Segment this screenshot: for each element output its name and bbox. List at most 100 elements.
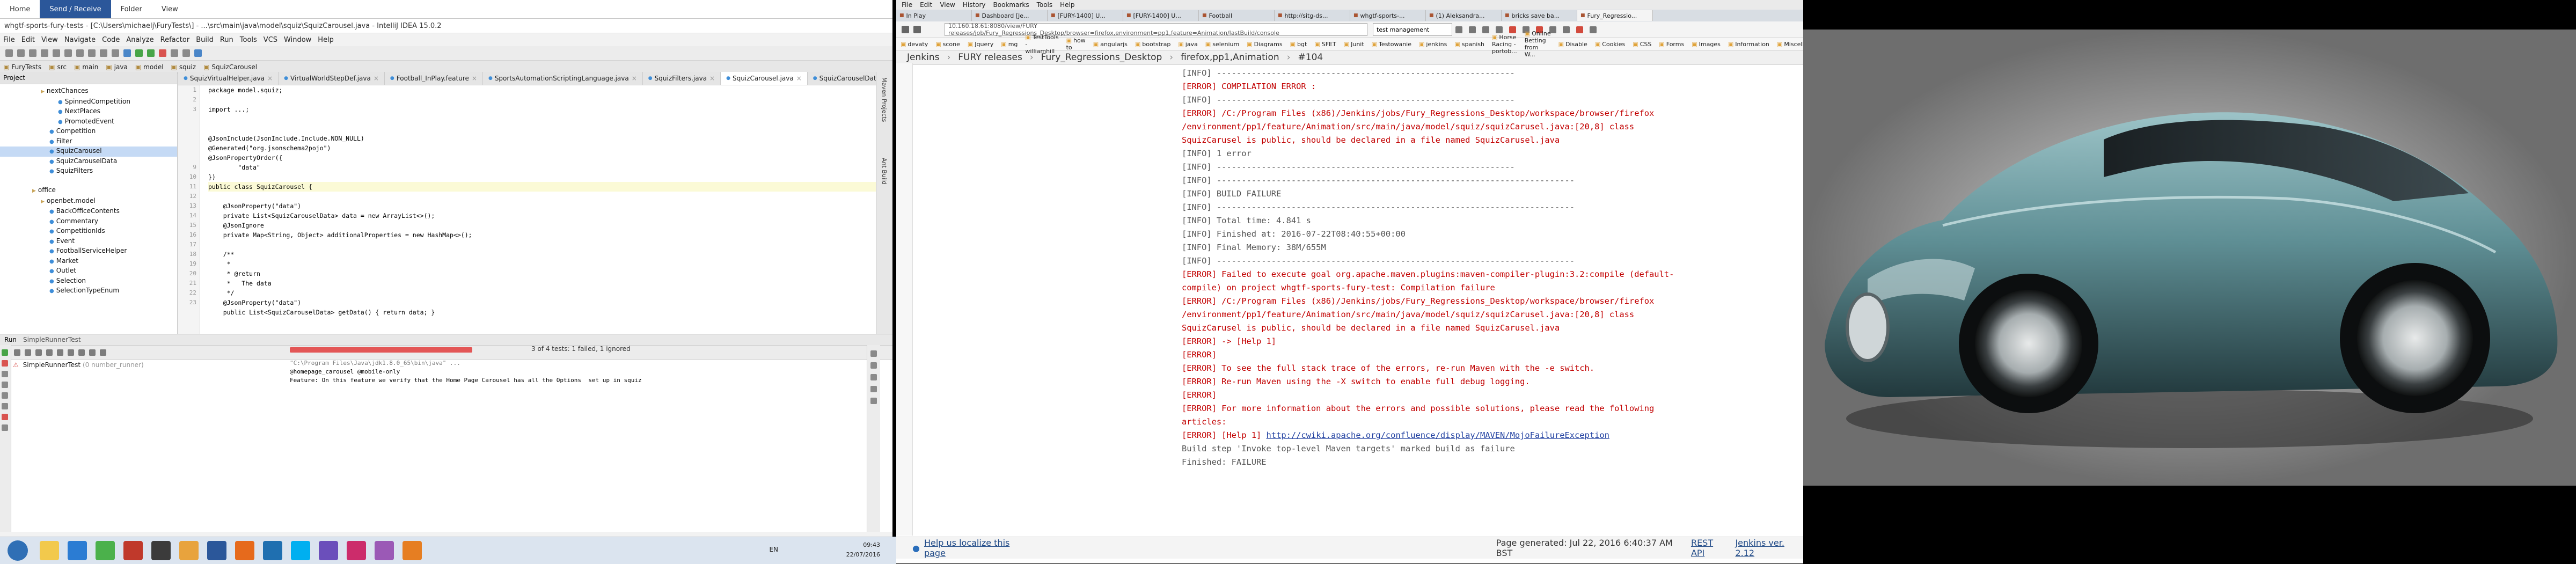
bookmark-item[interactable]: java (1178, 41, 1198, 48)
camera-icon[interactable] (1563, 26, 1570, 33)
breadcrumb-item-6[interactable]: SquizCarousel (203, 63, 257, 71)
code-area[interactable]: package model.squiz; import ...; @JsonIncl… (208, 85, 876, 335)
url-bar[interactable]: 10.160.18.61:8080/view/FURY releases/job… (945, 23, 1367, 36)
menu-item-8[interactable]: Run (220, 36, 233, 44)
jenkins-breadcrumb-item[interactable]: Jenkins (907, 52, 939, 63)
bookmark-item[interactable]: Junit (1344, 41, 1364, 48)
close-icon[interactable]: × (709, 75, 715, 82)
maven-projects-tab[interactable]: Maven Projects (881, 77, 888, 122)
test-name[interactable]: SimpleRunnerTest (23, 361, 81, 369)
firefox-icon[interactable] (235, 541, 254, 560)
tree-item[interactable]: PromotedEvent (0, 117, 177, 127)
browser-tab[interactable]: [FURY-1400] U... (1123, 10, 1199, 21)
back-icon[interactable] (902, 26, 909, 33)
tree-item[interactable]: Competition (0, 127, 177, 137)
tree-item[interactable]: SquizCarousel (0, 147, 177, 157)
adblock-icon[interactable] (1576, 26, 1583, 33)
menu-item-0[interactable]: File (3, 36, 15, 44)
editor-tab[interactable]: SquizCarousel.java× (721, 72, 808, 85)
terminal-icon[interactable] (151, 541, 171, 560)
editor-tab[interactable]: VirtualWorldStepDef.java× (279, 72, 385, 85)
browser-tab[interactable]: In Play (896, 10, 972, 21)
editor-tab[interactable]: Football_InPlay.feature× (385, 72, 483, 85)
tree-item[interactable]: openbet.model (0, 196, 177, 207)
bookmark-item[interactable]: selenium (1205, 41, 1239, 48)
jenkins-breadcrumb-item[interactable]: #104 (1298, 52, 1323, 63)
run-icon[interactable] (135, 49, 143, 57)
breadcrumb-item-5[interactable]: squiz (171, 63, 196, 71)
clock[interactable]: 09:43 22/07/2016 (846, 540, 880, 560)
download-icon[interactable] (1482, 26, 1489, 33)
menu-item-3[interactable]: Navigate (64, 36, 96, 44)
tree-item[interactable]: nextChances (0, 86, 177, 97)
bookmark-item[interactable]: Forms (1659, 41, 1684, 48)
layout-icon[interactable] (2, 392, 8, 399)
bookmark-item[interactable]: spanish (1454, 41, 1484, 48)
jenkins-version-link[interactable]: Jenkins ver. 2.12 (1735, 538, 1803, 558)
play-icon[interactable] (2, 349, 8, 356)
bookmarks-icon[interactable] (1469, 26, 1476, 33)
pin-icon[interactable] (2, 403, 8, 409)
bookmark-item[interactable]: Online Betting from W... (1525, 30, 1551, 58)
ff-menu-item-3[interactable]: History (963, 1, 986, 9)
tree-item[interactable]: Event (0, 237, 177, 247)
bookmark-item[interactable]: TestTools - williamhill (1025, 34, 1058, 55)
save-icon[interactable] (17, 49, 25, 57)
bookmark-item[interactable]: SFET (1314, 41, 1336, 48)
browser-tab[interactable]: [FURY-1400] U... (1048, 10, 1123, 21)
app-green-icon[interactable] (96, 541, 115, 560)
help-run-icon[interactable] (2, 424, 8, 431)
maven-help-link[interactable]: http://cwiki.apache.org/confluence/displ… (1267, 430, 1609, 440)
localize-link[interactable]: Help us localize this page (924, 538, 1029, 558)
explorer-icon[interactable] (40, 541, 59, 560)
browser-tab[interactable]: bricks save ba... (1502, 10, 1577, 21)
skype-icon[interactable] (291, 541, 310, 560)
breadcrumb-item-4[interactable]: model (135, 63, 163, 71)
tree-item[interactable]: Outlet (0, 266, 177, 276)
bookmark-item[interactable]: mg (1001, 41, 1018, 48)
browser-tab[interactable]: Fury_Regressio... (1577, 10, 1653, 21)
tree-item[interactable]: Market (0, 257, 177, 267)
menu-item-9[interactable]: Tools (240, 36, 257, 44)
trash-icon[interactable] (870, 398, 877, 404)
ff-menu-item-1[interactable]: Edit (920, 1, 932, 9)
collapse-icon[interactable] (68, 349, 74, 356)
tree-item[interactable]: BackOfficeContents (0, 207, 177, 217)
open-icon[interactable] (5, 49, 13, 57)
search-box[interactable]: test management (1373, 23, 1452, 36)
tree-item[interactable]: SquizCarouselData (0, 157, 177, 167)
scroll-down-icon[interactable] (870, 362, 877, 369)
close-icon[interactable]: × (267, 75, 273, 82)
bookmark-item[interactable]: Testowanie (1372, 41, 1411, 48)
ant-build-tab[interactable]: Ant Build (881, 158, 888, 185)
redo-icon[interactable] (53, 49, 60, 57)
outlook-tab-0[interactable]: Home (0, 0, 40, 18)
word-icon[interactable] (207, 541, 226, 560)
bookmark-item[interactable]: Miscellaneous (1777, 41, 1803, 48)
menu-item-10[interactable]: VCS (264, 36, 277, 44)
bookmark-item[interactable]: scone (935, 41, 960, 48)
bookmark-item[interactable]: Jquery (968, 41, 993, 48)
export-icon[interactable] (100, 349, 106, 356)
outlook-tab-3[interactable]: View (152, 0, 188, 18)
jenkins-breadcrumb-item[interactable]: FURY releases (958, 52, 1022, 63)
ff-menu-item-0[interactable]: File (902, 1, 912, 9)
ff-menu-item-6[interactable]: Help (1060, 1, 1074, 9)
settings-icon[interactable] (182, 49, 190, 57)
bookmark-item[interactable]: Horse Racing - portob... (1492, 34, 1517, 55)
close-icon[interactable]: × (374, 75, 379, 82)
menu-item-6[interactable]: Refactor (160, 36, 190, 44)
tree-item[interactable] (0, 177, 177, 186)
filter-passed-icon[interactable] (25, 349, 31, 356)
dump-icon[interactable] (2, 382, 8, 388)
bookmark-item[interactable]: jenkins (1419, 41, 1447, 48)
app-orange-icon[interactable] (402, 541, 422, 560)
forward-icon[interactable] (913, 26, 921, 33)
bookmark-item[interactable]: angularjs (1093, 41, 1128, 48)
ff-menu-item-4[interactable]: Bookmarks (993, 1, 1029, 9)
outlook-tab-2[interactable]: Folder (111, 0, 152, 18)
app-red-icon[interactable] (123, 541, 143, 560)
tree-item[interactable]: CompetitionIds (0, 226, 177, 237)
tree-item[interactable]: Commentary (0, 217, 177, 227)
undo-icon[interactable] (41, 49, 48, 57)
